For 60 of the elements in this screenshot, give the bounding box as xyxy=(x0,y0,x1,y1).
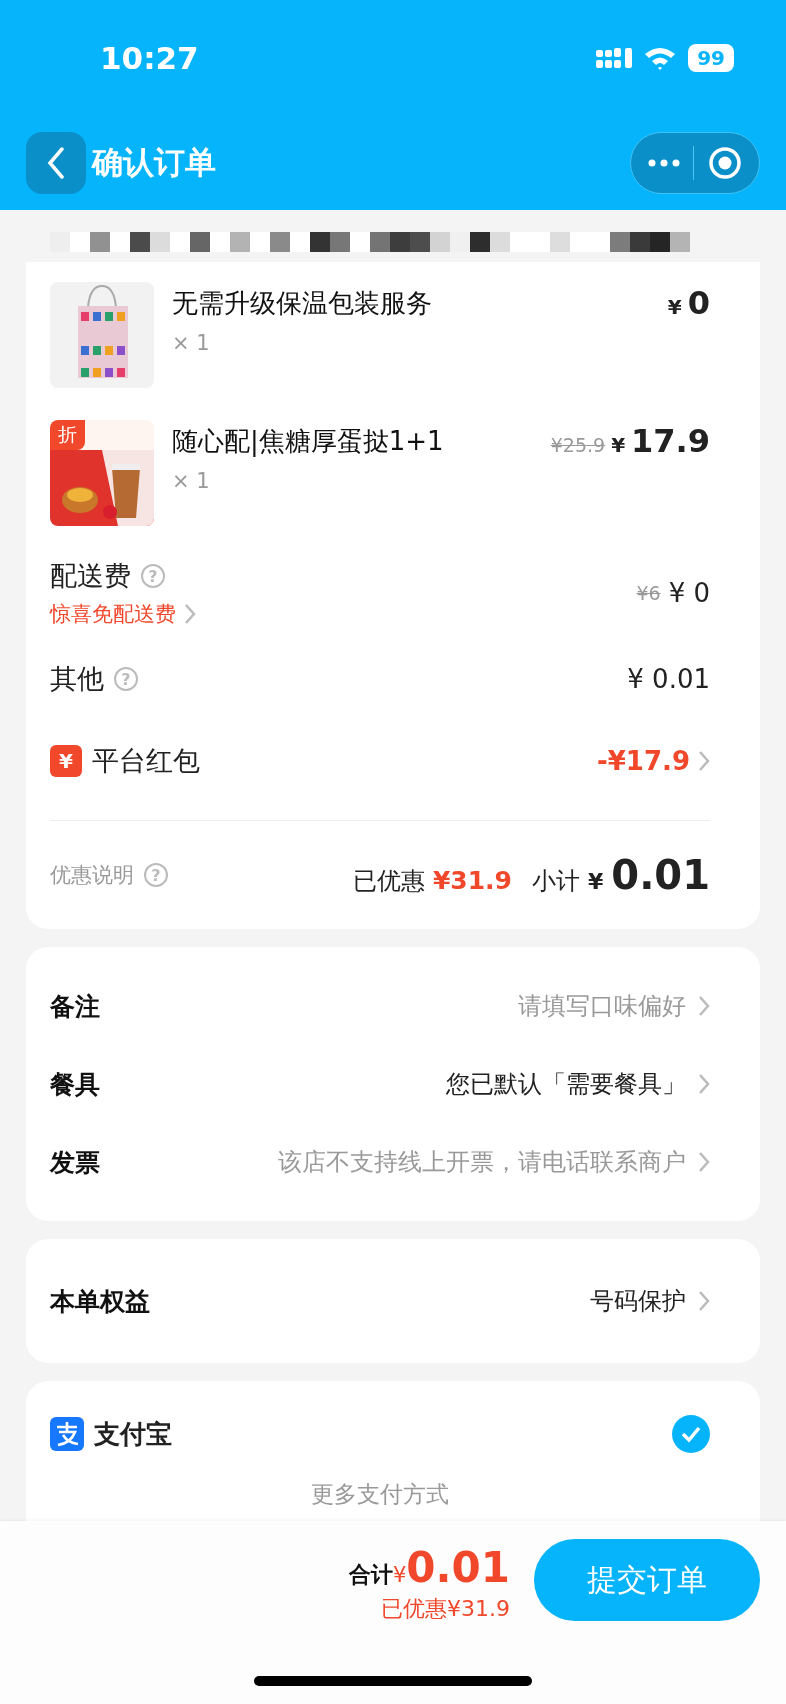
product-quantity: × 1 xyxy=(172,469,211,493)
total-amount: 0.01 xyxy=(406,1543,510,1592)
chevron-right-icon xyxy=(698,750,710,772)
help-icon[interactable]: ? xyxy=(144,863,168,887)
chevron-right-icon xyxy=(698,1290,710,1312)
signal-icon xyxy=(596,48,633,68)
total-label: 合计 xyxy=(349,1561,393,1589)
payment-app-icon xyxy=(50,1417,84,1451)
wifi-icon xyxy=(644,45,677,71)
battery-indicator: 99 xyxy=(688,44,734,72)
subtotal-amount: 0.01 xyxy=(611,852,710,898)
fee-label: 其他 xyxy=(50,662,104,696)
option-value[interactable]: 该店不支持线上开票，请电话联系商户 xyxy=(278,1146,710,1178)
chevron-right-icon xyxy=(184,603,196,625)
help-icon[interactable]: ? xyxy=(114,667,138,691)
chevron-right-icon xyxy=(698,1073,710,1095)
submit-order-button[interactable]: 提交订单 xyxy=(534,1539,760,1621)
radio-checked-icon[interactable] xyxy=(672,1415,710,1453)
original-price: ¥6 xyxy=(636,582,661,604)
currency-symbol: ¥ xyxy=(611,433,626,457)
chevron-right-icon xyxy=(698,995,710,1017)
option-label: 发票 xyxy=(50,1146,100,1179)
discount-badge: 折 xyxy=(50,420,85,450)
back-button[interactable] xyxy=(26,132,86,194)
help-icon[interactable]: ? xyxy=(141,564,165,588)
fee-amount: ¥ 0.01 xyxy=(627,664,710,694)
close-icon[interactable] xyxy=(708,146,743,180)
fee-label: 配送费 xyxy=(50,559,131,593)
option-value[interactable]: 您已默认「需要餐具」 xyxy=(446,1068,710,1100)
currency-symbol: ¥ xyxy=(667,295,682,319)
product-price: 17.9 xyxy=(631,422,710,460)
more-payment-link[interactable]: 更多支付方式 xyxy=(311,1479,449,1510)
saved-label: 已优惠 xyxy=(352,866,425,897)
promo-link[interactable]: 惊喜免配送费 xyxy=(50,600,196,628)
back-icon xyxy=(46,147,66,179)
fee-amount: -¥17.9 xyxy=(596,746,690,776)
benefits-value[interactable]: 号码保护 xyxy=(590,1285,710,1317)
product-name: 无需升级保温包装服务 xyxy=(172,287,433,320)
status-time: 10:27 xyxy=(100,40,199,76)
more-icon[interactable] xyxy=(647,159,680,167)
currency-symbol: ¥ xyxy=(393,1563,407,1587)
product-name: 随心配|焦糖厚蛋挞1+1 xyxy=(172,425,445,459)
payment-method-name: 支付宝 xyxy=(94,1417,172,1451)
subtotal-label: 小计 xyxy=(532,866,580,897)
option-value[interactable]: 请填写口味偏好 xyxy=(518,990,710,1022)
saved-amount: ¥31.9 xyxy=(432,866,512,895)
currency-symbol: ¥ xyxy=(588,869,604,894)
discount-info-label: 优惠说明 xyxy=(50,862,134,889)
product-quantity: × 1 xyxy=(172,331,211,355)
product-price: 0 xyxy=(687,284,710,322)
original-price: ¥25.9 xyxy=(550,434,606,456)
coupon-icon: ¥ xyxy=(50,745,82,777)
saved-amount: 已优惠¥31.9 xyxy=(381,1595,510,1623)
fee-amount: ¥ 0 xyxy=(668,578,710,608)
fee-label: 平台红包 xyxy=(92,744,200,778)
chevron-right-icon xyxy=(698,1151,710,1173)
page-title: 确认订单 xyxy=(92,143,217,182)
option-label: 餐具 xyxy=(50,1068,100,1101)
benefits-label: 本单权益 xyxy=(50,1285,150,1318)
option-label: 备注 xyxy=(50,990,100,1023)
